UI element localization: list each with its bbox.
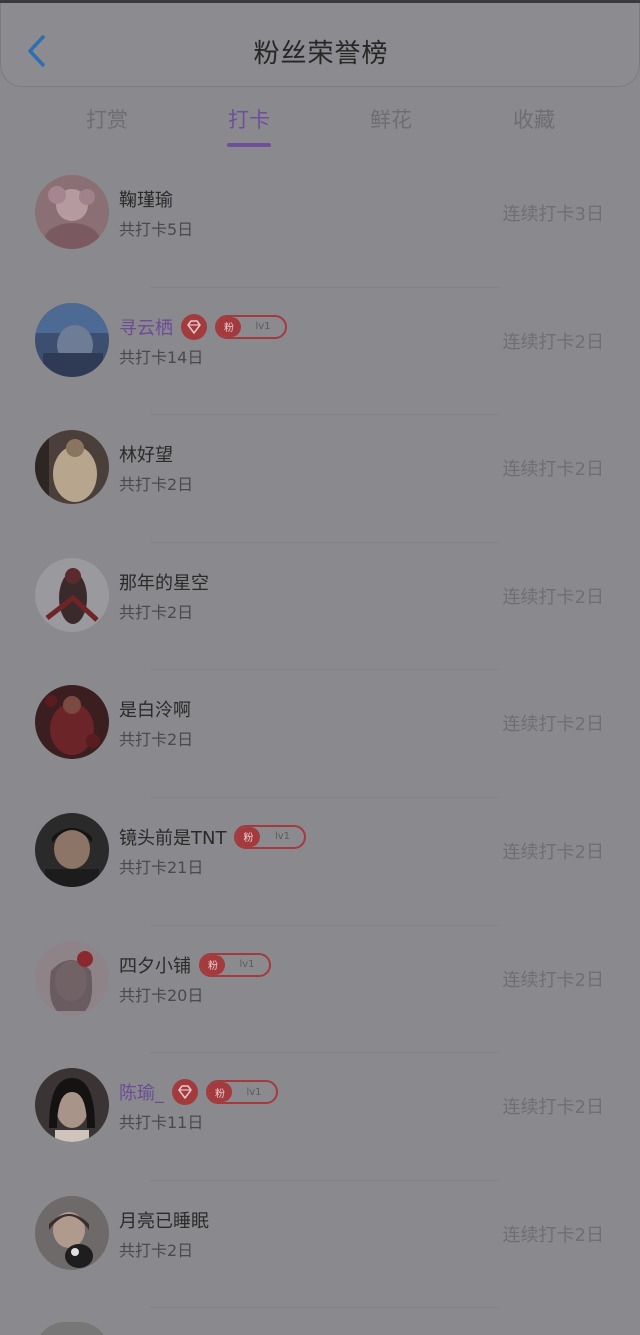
- fan-level-badge: 粉 lv1: [199, 952, 271, 977]
- total-checkins: 共打卡11日: [119, 1113, 204, 1133]
- streak-count: 连续打卡2日: [502, 841, 604, 863]
- fan-name: 四夕小铺: [119, 955, 191, 977]
- fan-name: 是白泠啊: [119, 700, 191, 722]
- avatar: [35, 302, 109, 377]
- total-checkins: 共打卡2日: [119, 730, 194, 750]
- list-item[interactable]: 那年的星空 共打卡2日 连续打卡2日: [0, 543, 640, 671]
- fan-badge-label: 粉: [201, 954, 225, 975]
- tab-bar: 打赏 打卡 鲜花 收藏: [0, 100, 640, 160]
- streak-count: 连续打卡2日: [502, 586, 604, 608]
- avatar: [35, 430, 109, 505]
- total-checkins: 共打卡14日: [119, 347, 204, 367]
- diamond-icon: [172, 1079, 198, 1106]
- fan-level: lv1: [274, 831, 290, 843]
- streak-count: 连续打卡2日: [502, 969, 604, 991]
- fan-name: 林好望: [119, 445, 173, 467]
- tab-favorites[interactable]: 收藏: [484, 100, 584, 150]
- fan-level-badge: 粉 lv1: [234, 824, 307, 849]
- fan-list: 鞠瑾瑜 共打卡5日 连续打卡3日 寻云栖 粉 lv1 共打卡14日 连续打卡2日: [0, 160, 640, 1309]
- list-item[interactable]: 鞠瑾瑜 共打卡5日 连续打卡3日: [0, 160, 640, 288]
- active-tab-indicator: [227, 143, 271, 147]
- fan-level-badge: 粉 lv1: [206, 1080, 278, 1105]
- tab-label: 鲜花: [370, 108, 412, 132]
- tab-label: 打赏: [86, 108, 128, 132]
- list-item[interactable]: 是白泠啊 共打卡2日 连续打卡2日: [0, 670, 640, 798]
- fan-name: 月亮已睡眠: [119, 1210, 209, 1232]
- page-title: 粉丝荣誉榜: [253, 39, 389, 69]
- streak-count: 连续打卡2日: [502, 459, 604, 481]
- total-checkins: 共打卡2日: [119, 1240, 194, 1260]
- streak-count: 连续打卡2日: [502, 1224, 604, 1246]
- tab-label: 打卡: [228, 108, 270, 132]
- fan-badge-label: 粉: [236, 826, 261, 847]
- list-item[interactable]: 月亮已睡眠 共打卡2日 连续打卡2日: [0, 1181, 640, 1309]
- tab-flowers[interactable]: 鲜花: [341, 100, 441, 150]
- total-checkins: 共打卡2日: [119, 602, 194, 622]
- avatar: [35, 940, 109, 1015]
- fan-badge-label: 粉: [208, 1082, 232, 1103]
- avatar: [35, 1068, 109, 1143]
- list-item[interactable]: 寻云栖 粉 lv1 共打卡14日 连续打卡2日: [0, 288, 640, 416]
- avatar: [35, 1195, 109, 1270]
- tab-checkin[interactable]: 打卡: [199, 100, 299, 150]
- fan-name: 那年的星空: [119, 572, 209, 594]
- fan-name: 寻云栖: [119, 317, 173, 339]
- streak-count: 连续打卡2日: [502, 331, 604, 353]
- avatar: [35, 175, 109, 249]
- tab-reward[interactable]: 打赏: [57, 100, 157, 150]
- fan-name: 陈瑜_: [119, 1083, 164, 1105]
- header-bar: 粉丝荣誉榜: [0, 3, 640, 87]
- diamond-icon: [181, 313, 207, 340]
- fan-level-badge: 粉 lv1: [215, 314, 287, 339]
- fan-level: lv1: [246, 1086, 262, 1098]
- fan-name: 鞠瑾瑜: [119, 190, 173, 211]
- list-item[interactable]: 四夕小铺 粉 lv1 共打卡20日 连续打卡2日: [0, 926, 640, 1054]
- streak-count: 连续打卡3日: [502, 204, 604, 225]
- tab-label: 收藏: [513, 108, 555, 132]
- list-item[interactable]: 镜头前是TNT 粉 lv1 共打卡21日 连续打卡2日: [0, 798, 640, 926]
- total-checkins: 共打卡5日: [119, 220, 194, 239]
- list-item[interactable]: 陈瑜_ 粉 lv1 共打卡11日 连续打卡2日: [0, 1053, 640, 1181]
- avatar: [35, 812, 109, 887]
- total-checkins: 共打卡2日: [119, 475, 194, 495]
- fan-name: 镜头前是TNT: [119, 827, 227, 849]
- fan-badge-label: 粉: [217, 316, 241, 337]
- divider: [150, 1307, 500, 1309]
- fan-level: lv1: [255, 321, 271, 333]
- total-checkins: 共打卡21日: [119, 857, 204, 877]
- streak-count: 连续打卡2日: [502, 1097, 604, 1119]
- fan-level: lv1: [239, 959, 255, 971]
- total-checkins: 共打卡20日: [119, 985, 204, 1005]
- streak-count: 连续打卡2日: [502, 714, 604, 736]
- avatar: [35, 685, 109, 760]
- list-item[interactable]: 林好望 共打卡2日 连续打卡2日: [0, 415, 640, 543]
- avatar: [35, 557, 109, 632]
- avatar: [35, 1322, 109, 1335]
